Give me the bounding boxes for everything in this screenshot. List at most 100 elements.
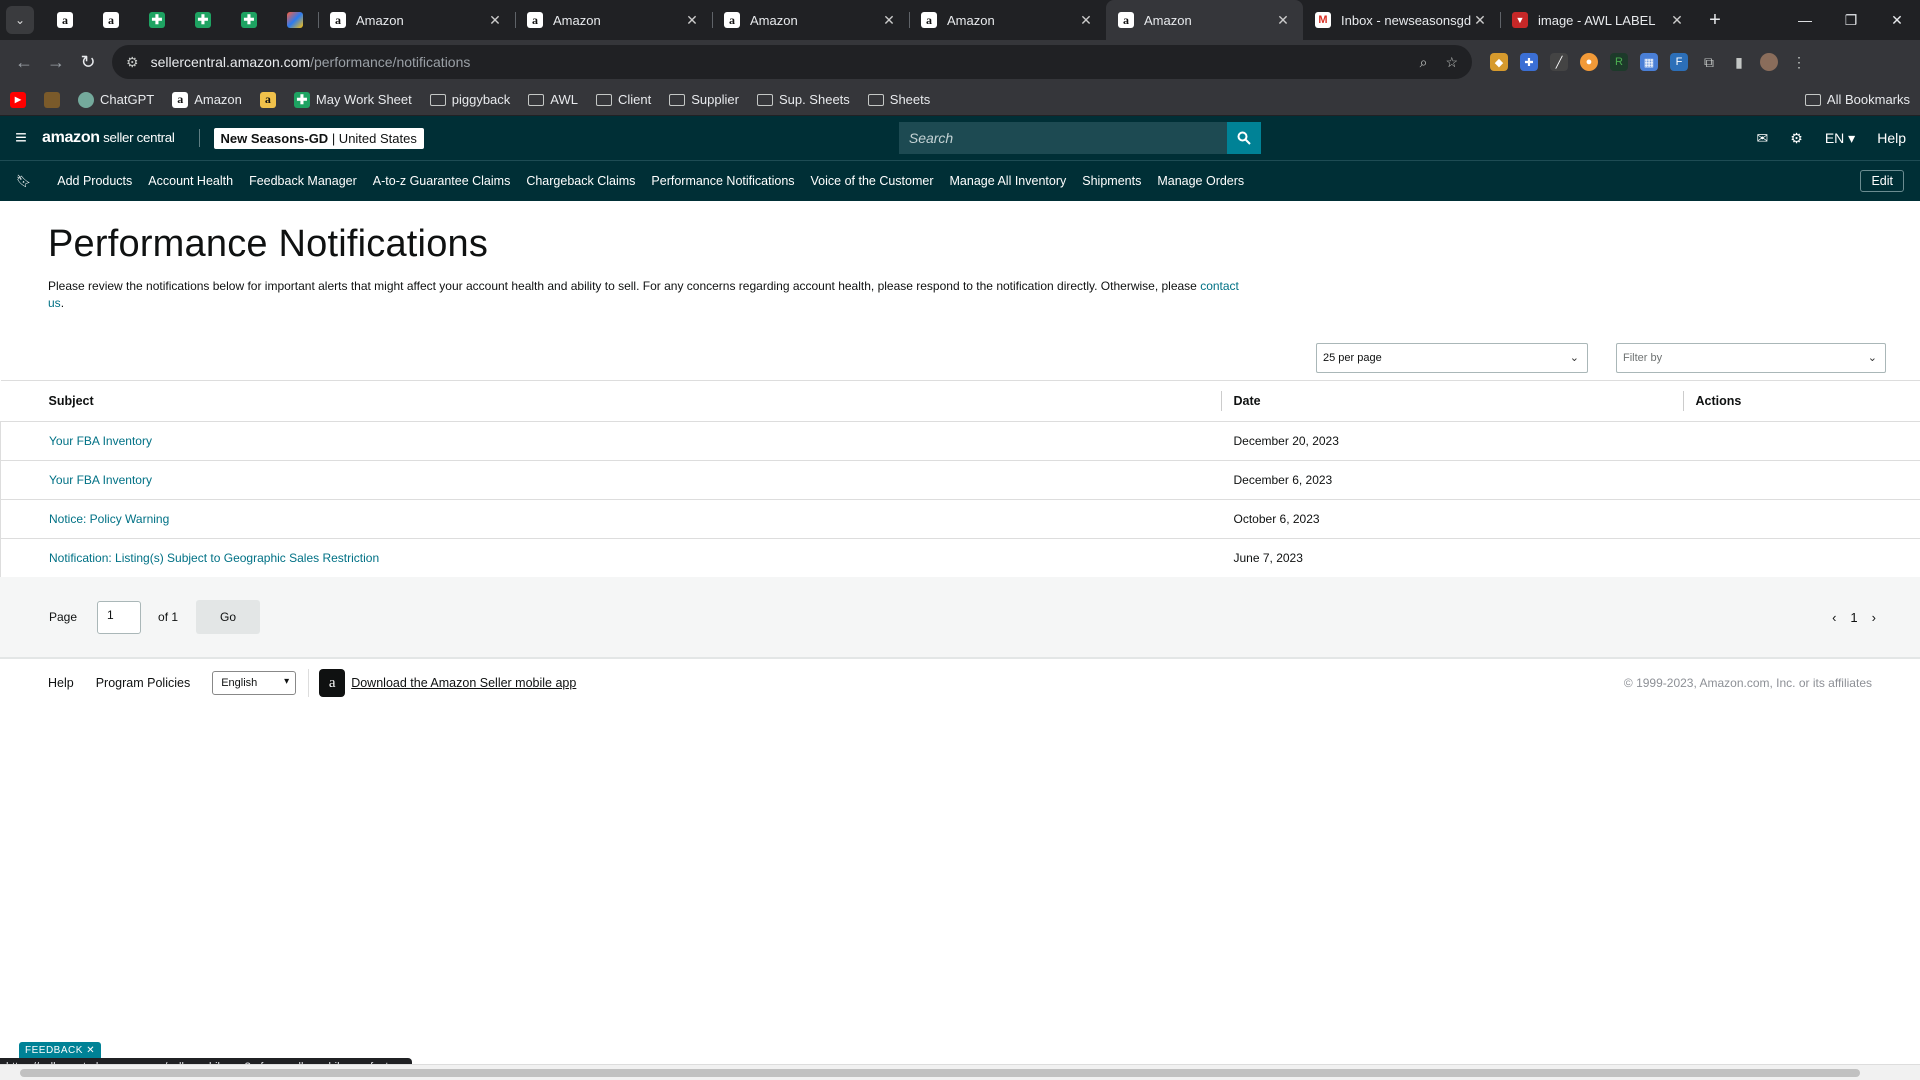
close-icon[interactable]: ✕ — [684, 12, 700, 29]
notification-link[interactable]: Notification: Listing(s) Subject to Geog… — [49, 551, 379, 565]
browser-tab[interactable]: ▼ image - AWL LABEL ✕ — [1500, 0, 1697, 40]
minimize-icon[interactable]: — — [1782, 0, 1828, 40]
nav-account-health[interactable]: Account Health — [148, 174, 233, 188]
nav-a-to-z-claims[interactable]: A-to-z Guarantee Claims — [373, 174, 511, 188]
actions-cell — [1682, 538, 1920, 578]
bookmark-cookie[interactable] — [44, 91, 60, 108]
per-page-select[interactable]: 25 per page ⌄ — [1316, 343, 1588, 373]
close-window-icon[interactable]: ✕ — [1874, 0, 1920, 40]
zoom-icon[interactable]: ⌕ — [1420, 54, 1428, 71]
help-link[interactable]: Help — [1877, 130, 1906, 146]
bookmark-folder-supplier[interactable]: Supplier — [669, 92, 739, 107]
nav-manage-inventory[interactable]: Manage All Inventory — [950, 174, 1067, 188]
close-icon[interactable]: ✕ — [1669, 12, 1685, 29]
avatar[interactable] — [1760, 53, 1778, 71]
gear-icon[interactable]: ⚙ — [1790, 130, 1803, 147]
sidebar-icon[interactable]: ▮ — [1730, 53, 1748, 71]
pinned-tab-amazon-2[interactable]: a — [88, 0, 134, 40]
column-subject[interactable]: Subject — [0, 380, 1221, 422]
new-tab-button[interactable]: + — [1697, 0, 1733, 40]
browser-tab[interactable]: a Amazon ✕ — [909, 0, 1106, 40]
reload-icon[interactable]: ↻ — [72, 46, 104, 78]
program-policies-link[interactable]: Program Policies — [96, 676, 190, 690]
browser-tab[interactable]: M Inbox - newseasonsgd@ ✕ — [1303, 0, 1500, 40]
extension-icon[interactable]: F — [1670, 53, 1688, 71]
notification-link[interactable]: Your FBA Inventory — [49, 473, 152, 487]
bookmark-star-icon[interactable]: ☆ — [1445, 54, 1458, 71]
nav-shipments[interactable]: Shipments — [1082, 174, 1141, 188]
pinned-tab-amazon-1[interactable]: a — [42, 0, 88, 40]
footer-language-select[interactable]: English ▾ — [212, 671, 297, 695]
notification-link[interactable]: Your FBA Inventory — [49, 434, 152, 448]
bookmark-folder-piggyback[interactable]: piggyback — [429, 92, 510, 107]
current-page[interactable]: 1 — [1850, 610, 1857, 625]
feedback-button[interactable]: FEEDBACK ✕ — [19, 1042, 102, 1059]
calculator-icon[interactable]: ▦ — [1640, 53, 1658, 71]
bookmark-folder-sheets[interactable]: Sheets — [867, 92, 930, 107]
bookmark-folder-awl[interactable]: AWL — [528, 92, 578, 107]
browser-tab[interactable]: a Amazon ✕ — [712, 0, 909, 40]
bookmark-youtube[interactable]: ▶ — [10, 91, 26, 108]
language-selector[interactable]: EN ▾ — [1825, 130, 1855, 147]
nav-chargeback-claims[interactable]: Chargeback Claims — [526, 174, 635, 188]
search-button[interactable] — [1226, 122, 1261, 154]
pinned-tab-app[interactable] — [272, 0, 318, 40]
extension-icon[interactable]: ╱ — [1550, 53, 1568, 71]
address-bar[interactable]: ⚙ sellercentral.amazon.com/performance/n… — [112, 45, 1472, 79]
puzzle-icon[interactable]: ⧉ — [1700, 53, 1718, 71]
site-info-icon[interactable]: ⚙ — [126, 54, 139, 71]
pinned-tab-sheets-2[interactable]: ✚ — [180, 0, 226, 40]
scrollbar-thumb[interactable] — [20, 1069, 1860, 1077]
nav-feedback-manager[interactable]: Feedback Manager — [249, 174, 357, 188]
close-icon[interactable]: ✕ — [1275, 12, 1291, 29]
nav-manage-orders[interactable]: Manage Orders — [1157, 174, 1244, 188]
back-icon[interactable]: ← — [8, 46, 40, 78]
footer-help-link[interactable]: Help — [48, 676, 74, 690]
browser-tab[interactable]: a Amazon ✕ — [515, 0, 712, 40]
seller-central-logo[interactable]: amazon seller central — [42, 129, 200, 147]
url-path: /performance/notifications — [310, 54, 471, 70]
browser-tab-active[interactable]: a Amazon ✕ — [1106, 0, 1303, 40]
close-icon[interactable]: ✕ — [1472, 12, 1488, 29]
close-icon[interactable]: ✕ — [487, 12, 503, 29]
go-button[interactable]: Go — [196, 600, 261, 634]
hamburger-menu-icon[interactable]: ≡ — [0, 127, 42, 150]
search-input[interactable]: Search — [898, 122, 1227, 154]
bookmark-may-work-sheet[interactable]: ✚ May Work Sheet — [293, 91, 412, 108]
notification-link[interactable]: Notice: Policy Warning — [49, 512, 169, 526]
close-icon[interactable]: ✕ — [86, 1045, 95, 1056]
nav-add-products[interactable]: Add Products — [57, 174, 132, 188]
forward-icon[interactable]: → — [40, 46, 72, 78]
extension-icon[interactable]: ◆ — [1490, 53, 1508, 71]
pinned-tab-sheets-1[interactable]: ✚ — [134, 0, 180, 40]
bookmark-amazon[interactable]: a Amazon — [172, 91, 242, 108]
nav-performance-notifications[interactable]: Performance Notifications — [651, 174, 794, 188]
close-icon[interactable]: ✕ — [881, 12, 897, 29]
bookmark-folder-client[interactable]: Client — [596, 92, 651, 107]
menu-dots-icon[interactable]: ⋮ — [1790, 53, 1808, 71]
extension-icon[interactable]: ● — [1580, 53, 1598, 71]
edit-nav-button[interactable]: Edit — [1860, 170, 1904, 192]
filter-select[interactable]: Filter by ⌄ — [1616, 343, 1886, 373]
column-date[interactable]: Date — [1220, 380, 1683, 422]
restore-icon[interactable]: ❐ — [1828, 0, 1874, 40]
mail-icon[interactable]: ✉ — [1757, 130, 1769, 147]
pinned-tab-sheets-3[interactable]: ✚ — [226, 0, 272, 40]
horizontal-scrollbar[interactable] — [0, 1064, 1920, 1080]
bookmark-chatgpt[interactable]: ChatGPT — [78, 91, 154, 108]
bookmark-amazon-2[interactable]: a — [259, 91, 276, 108]
page-number-input[interactable]: 1 — [97, 600, 142, 634]
extension-icon[interactable]: ✚ — [1520, 53, 1538, 71]
close-icon[interactable]: ✕ — [1078, 12, 1094, 29]
extension-icon[interactable]: R — [1610, 53, 1628, 71]
chevron-right-icon[interactable]: › — [1872, 610, 1876, 625]
nav-voice-of-customer[interactable]: Voice of the Customer — [811, 174, 934, 188]
browser-tab[interactable]: a Amazon ✕ — [318, 0, 515, 40]
all-bookmarks[interactable]: All Bookmarks — [1804, 92, 1910, 107]
chevron-left-icon[interactable]: ‹ — [1832, 610, 1836, 625]
bookmark-icon[interactable]: 🔖︎ — [16, 174, 31, 188]
store-selector[interactable]: New Seasons-GD | United States — [213, 127, 424, 149]
bookmark-folder-sup-sheets[interactable]: Sup. Sheets — [756, 92, 850, 107]
tab-search-dropdown-icon[interactable]: ⌄ — [6, 6, 34, 34]
mobile-app-link[interactable]: Download the Amazon Seller mobile app — [351, 676, 576, 690]
